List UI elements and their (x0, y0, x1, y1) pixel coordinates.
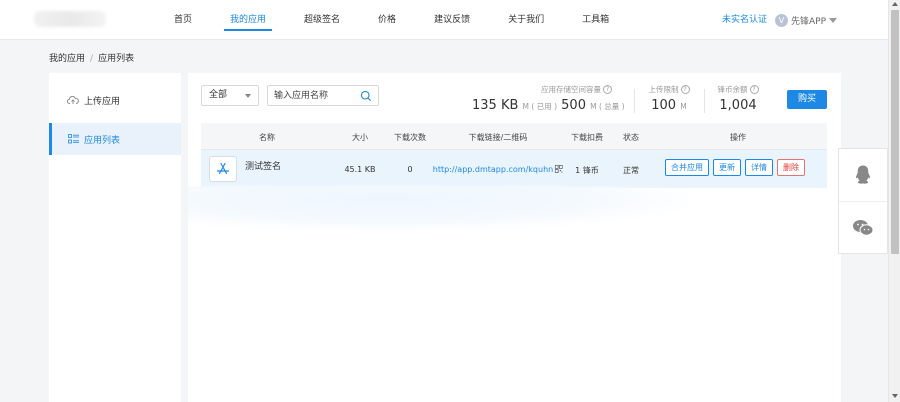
user-menu[interactable]: V 先锋APP (775, 12, 838, 28)
help-icon[interactable]: ? (603, 85, 612, 94)
table-row: 测试签名 45.1 KB 0 http://app.dmtapp.com/kqu… (201, 150, 827, 188)
sidebar: 上传应用 应用列表 (49, 73, 181, 402)
cloud-upload-icon (67, 94, 79, 106)
row-shadow (188, 186, 688, 231)
update-button[interactable]: 更新 (713, 159, 741, 176)
download-fee: 1 锋币 (575, 166, 599, 175)
storage-used-unit: M ( 已用 ) (522, 102, 558, 111)
sidebar-item-app-list[interactable]: 应用列表 (49, 123, 181, 155)
merge-app-button[interactable]: 合并应用 (665, 159, 709, 176)
app-store-icon (209, 156, 237, 182)
contact-float-bar (838, 148, 888, 254)
row-actions: 合并应用 更新 详情 删除 (665, 159, 809, 176)
download-link-cell: http://app.dmtapp.com/kquhn (433, 165, 564, 174)
col-downloads: 下载次数 (394, 133, 426, 142)
help-icon[interactable]: ? (749, 85, 759, 94)
scroll-down-icon[interactable] (892, 394, 898, 398)
storage-label: 应用存储空间容量 (541, 85, 601, 94)
divider (634, 89, 635, 113)
qrcode-icon[interactable] (555, 165, 564, 173)
scrollbar[interactable] (888, 0, 900, 402)
sidebar-item-upload[interactable]: 上传应用 (49, 84, 181, 116)
qq-icon (856, 165, 870, 184)
list-icon (67, 133, 79, 145)
nav-super-sign[interactable]: 超级签名 (298, 0, 346, 40)
app-list-panel: 全部 应用存储空间容量? 135 KB M ( 已用 ) 500 M ( 总量 … (188, 73, 841, 402)
app-size: 45.1 KB (344, 165, 376, 174)
qq-button[interactable] (839, 149, 887, 201)
storage-total-unit: M ( 总量 ) (590, 102, 625, 111)
download-link[interactable]: http://app.dmtapp.com/kquhn (433, 165, 553, 174)
breadcrumb-separator: / (90, 54, 94, 64)
col-actions: 操作 (730, 133, 746, 142)
nav-my-apps[interactable]: 我的应用 (224, 0, 273, 40)
search-input[interactable] (268, 86, 356, 105)
wechat-icon (853, 219, 874, 236)
coins-label: 锋币余额 (717, 85, 748, 94)
col-name: 名称 (259, 133, 275, 142)
divider (704, 89, 705, 113)
col-status: 状态 (623, 133, 639, 142)
nav-pricing[interactable]: 价格 (372, 0, 402, 40)
select-value: 全部 (209, 90, 228, 100)
buy-button[interactable]: 购买 (787, 90, 827, 109)
nav-toolbox[interactable]: 工具箱 (576, 0, 615, 40)
breadcrumb-root[interactable]: 我的应用 (49, 54, 85, 64)
realname-auth-link[interactable]: 未实名认证 (722, 0, 767, 40)
wechat-button[interactable] (839, 201, 887, 253)
upload-limit-label: 上传限制 (648, 85, 679, 94)
col-fee: 下载扣费 (571, 133, 603, 142)
nav-feedback[interactable]: 建议反馈 (428, 0, 476, 40)
top-navbar: 首页 我的应用 超级签名 价格 建议反馈 关于我们 工具箱 未实名认证 V 先锋… (0, 0, 888, 40)
storage-used: 135 KB (472, 98, 519, 113)
details-button[interactable]: 详情 (745, 159, 773, 176)
user-name: 先锋APP (791, 16, 827, 27)
avatar: V (775, 13, 788, 27)
upload-limit-unit: M (680, 102, 687, 111)
upload-limit-value: 100 (651, 98, 677, 113)
logo[interactable] (34, 11, 106, 27)
storage-total: 500 (561, 98, 586, 113)
category-select[interactable]: 全部 (201, 85, 259, 106)
scroll-up-icon[interactable] (892, 2, 898, 6)
search-icon[interactable] (360, 90, 372, 102)
coins-value: 1,004 (719, 98, 757, 113)
main-nav: 首页 我的应用 超级签名 价格 建议反馈 关于我们 工具箱 (168, 0, 641, 40)
app-downloads: 0 (407, 165, 413, 174)
delete-button[interactable]: 删除 (777, 159, 805, 176)
breadcrumb-current: 应用列表 (98, 54, 135, 64)
sidebar-item-label: 上传应用 (84, 96, 121, 107)
nav-home[interactable]: 首页 (168, 0, 198, 40)
app-name[interactable]: 测试签名 (245, 159, 281, 172)
caret-down-icon (245, 94, 251, 98)
app-table: 名称 大小 下载次数 下载链接/二维码 下载扣费 状态 操作 测试签名 45.1… (201, 123, 827, 188)
upload-limit-stat: 上传限制? 100 M (643, 84, 695, 113)
chevron-down-icon (829, 17, 838, 23)
status-badge: 正常 (623, 166, 639, 175)
storage-stat: 应用存储空间容量? 135 KB M ( 已用 ) 500 M ( 总量 ) (472, 84, 625, 113)
breadcrumb: 我的应用 / 应用列表 (49, 51, 134, 64)
col-size: 大小 (352, 133, 368, 142)
table-header: 名称 大小 下载次数 下载链接/二维码 下载扣费 状态 操作 (201, 123, 827, 150)
col-link: 下载链接/二维码 (468, 133, 528, 142)
help-icon[interactable]: ? (680, 85, 690, 94)
sidebar-item-label: 应用列表 (84, 135, 121, 146)
scrollbar-thumb[interactable] (891, 10, 899, 254)
search-box (267, 85, 379, 106)
coins-stat: 锋币余额? 1,004 (712, 84, 764, 113)
nav-about[interactable]: 关于我们 (502, 0, 550, 40)
